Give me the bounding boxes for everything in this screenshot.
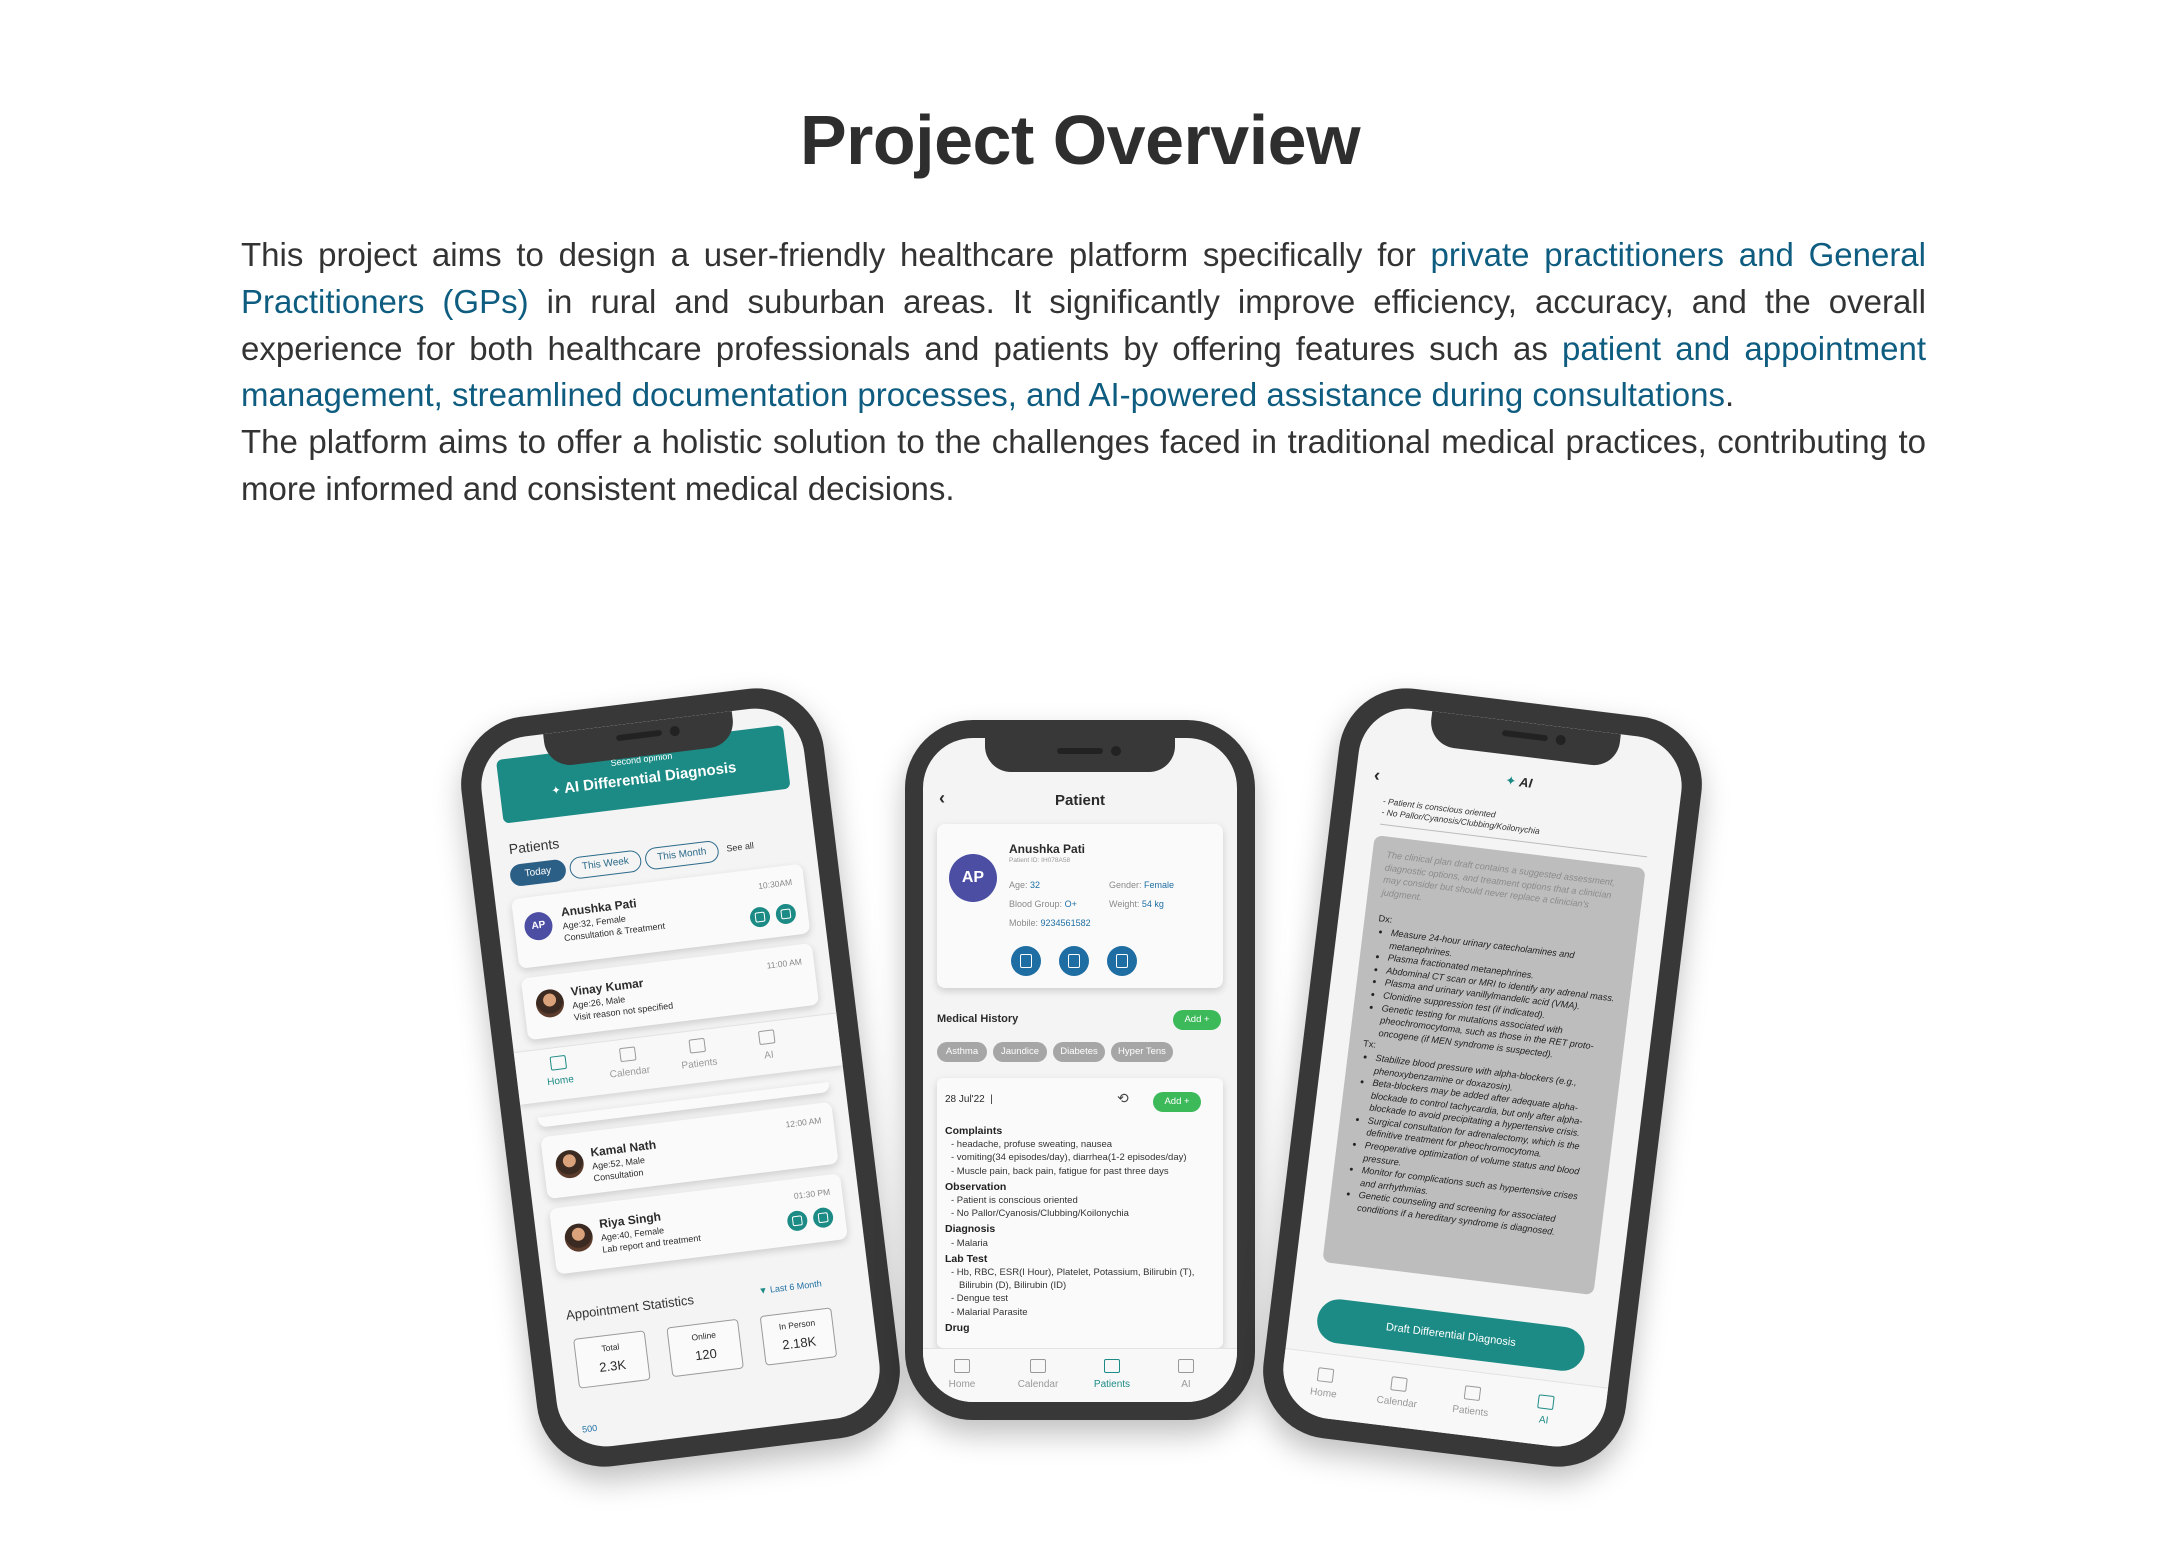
filter-today[interactable]: Today	[508, 858, 568, 888]
nav-calendar[interactable]: Calendar	[602, 1044, 655, 1081]
phone-notch	[985, 738, 1175, 772]
add-record-button[interactable]: Add +	[1153, 1092, 1201, 1112]
nav-patients[interactable]: Patients	[1087, 1359, 1137, 1390]
ai-icon: ✦	[1504, 772, 1518, 789]
calendar-icon	[1030, 1359, 1046, 1373]
history-tag: Jaundice	[993, 1042, 1047, 1062]
calendar-action-icon[interactable]	[786, 1209, 809, 1232]
calendar-icon[interactable]	[1107, 946, 1137, 976]
nav-ai[interactable]: AI	[1518, 1392, 1571, 1429]
nav-home[interactable]: Home	[1298, 1365, 1351, 1402]
tx-list: Stabilize blood pressure with alpha-bloc…	[1342, 1050, 1605, 1242]
add-history-button[interactable]: Add +	[1173, 1010, 1221, 1030]
nav-calendar[interactable]: Calendar	[1013, 1359, 1063, 1390]
see-all-link[interactable]: See all	[726, 840, 755, 853]
avatar	[554, 1148, 586, 1180]
screen-title: Patient	[1054, 792, 1105, 809]
nav-patients[interactable]: Patients	[1445, 1383, 1498, 1420]
stat-value: 120	[694, 1345, 718, 1364]
history-tag: Hyper Tens	[1111, 1042, 1173, 1062]
overview-text: This project aims to design a user-frien…	[241, 232, 1926, 513]
appointment-time: 12:00 AM	[784, 1115, 822, 1130]
appointment-time: 11:00 AM	[766, 956, 803, 971]
home-screen: Second opinion ✦ AI Differential Diagnos…	[475, 702, 886, 1453]
calendar-action-icon[interactable]	[748, 905, 772, 929]
age-field: Age: 32	[1009, 880, 1041, 890]
patients-icon	[1104, 1359, 1120, 1373]
ai-icon: ✦	[550, 784, 562, 798]
nav-ai[interactable]: AI	[1161, 1359, 1211, 1390]
stat-online: Online 120	[666, 1318, 744, 1378]
phone-call-icon[interactable]	[1011, 946, 1041, 976]
gender-field: Gender: Female	[1109, 880, 1175, 890]
patient-name: Kamal Nath	[589, 1137, 657, 1160]
bottom-nav: Home Calendar Patients AI	[923, 1348, 1237, 1402]
blood-group-field: Blood Group: O+	[1009, 899, 1077, 909]
nav-calendar[interactable]: Calendar	[1371, 1374, 1424, 1411]
stat-label: Total	[600, 1341, 620, 1354]
overview-paragraph-1: This project aims to design a user-frien…	[241, 236, 1927, 414]
patients-label: Patients	[507, 835, 561, 858]
phone-home-mockup: Second opinion ✦ AI Differential Diagnos…	[453, 680, 908, 1475]
consultation-notes: Complaints - headache, profuse sweating,…	[945, 1125, 1195, 1334]
avatar	[534, 987, 566, 1019]
stats-title: Appointment Statistics	[565, 1292, 695, 1323]
home-icon	[1316, 1367, 1335, 1384]
weight-field: Weight: 54 kg	[1109, 899, 1164, 909]
stat-label: In Person	[778, 1317, 816, 1332]
avatar: AP	[949, 854, 997, 902]
calendar-icon	[1390, 1376, 1408, 1393]
appointment-time: 10:30AM	[757, 876, 793, 892]
filter-this-month[interactable]: This Month	[643, 839, 720, 871]
ai-screen: ‹ ✦ AI - Patient is conscious oriented -…	[1277, 702, 1688, 1453]
medical-history-heading: Medical History	[937, 1013, 1019, 1025]
consultation-record-card: 28 Jul'22 | ⟲ Add + Complaints - headach…	[937, 1078, 1223, 1348]
phone-notch	[1427, 711, 1621, 768]
history-tag: Asthma	[937, 1042, 987, 1062]
nav-ai[interactable]: AI	[741, 1027, 794, 1064]
patient-name: Anushka Pati	[1009, 842, 1086, 856]
calendar-icon	[618, 1046, 637, 1063]
video-call-icon[interactable]	[774, 902, 797, 926]
ai-icon	[757, 1029, 776, 1046]
phone-ai-mockup: ‹ ✦ AI - Patient is conscious oriented -…	[1255, 680, 1710, 1475]
nav-home[interactable]: Home	[533, 1053, 586, 1090]
document-icon[interactable]	[1059, 946, 1089, 976]
home-icon	[954, 1359, 970, 1373]
stat-label: Online	[690, 1329, 717, 1343]
patient-profile-card: AP Anushka Pati Patient ID: IH078A58 Age…	[937, 824, 1223, 988]
chevron-down-icon: ▼	[758, 1285, 769, 1297]
ai-icon	[1178, 1359, 1194, 1373]
patients-icon	[688, 1037, 707, 1054]
stats-range-dropdown[interactable]: ▼ Last 6 Month	[758, 1278, 822, 1296]
phone-patient-mockup: ‹ Patient AP Anushka Pati Patient ID: IH…	[905, 720, 1255, 1420]
share-icon[interactable]: ⟲	[1117, 1090, 1129, 1107]
ai-suggestion-text: The clinical plan draft contains a sugge…	[1342, 849, 1630, 1243]
page-title: Project Overview	[799, 101, 1361, 179]
mobile-field: Mobile: 9234561582	[1009, 918, 1091, 928]
nav-patients[interactable]: Patients	[672, 1036, 725, 1073]
stat-in-person: In Person 2.18K	[759, 1307, 838, 1366]
home-icon	[549, 1054, 568, 1071]
chart-axis-label: 500	[581, 1422, 598, 1435]
appointment-time: 01:30 PM	[793, 1186, 831, 1202]
avatar: AP	[522, 910, 555, 942]
history-tag: Diabetes	[1053, 1042, 1105, 1062]
avatar	[563, 1221, 595, 1254]
ai-icon	[1537, 1394, 1555, 1411]
patient-id: Patient ID: IH078A58	[1009, 857, 1071, 864]
video-call-icon[interactable]	[812, 1206, 835, 1229]
patient-screen: ‹ Patient AP Anushka Pati Patient ID: IH…	[923, 738, 1237, 1402]
overview-paragraph-2: The platform aims to offer a holistic so…	[241, 423, 1926, 507]
ai-suggestion-panel: The clinical plan draft contains a sugge…	[1322, 835, 1646, 1296]
patients-icon	[1463, 1385, 1482, 1402]
filter-this-week[interactable]: This Week	[568, 849, 643, 880]
nav-home[interactable]: Home	[937, 1359, 987, 1390]
stat-value: 2.18K	[781, 1333, 818, 1353]
stat-total: Total 2.3K	[573, 1330, 651, 1389]
record-date: 28 Jul'22 |	[945, 1094, 993, 1105]
stat-value: 2.3K	[598, 1356, 627, 1375]
